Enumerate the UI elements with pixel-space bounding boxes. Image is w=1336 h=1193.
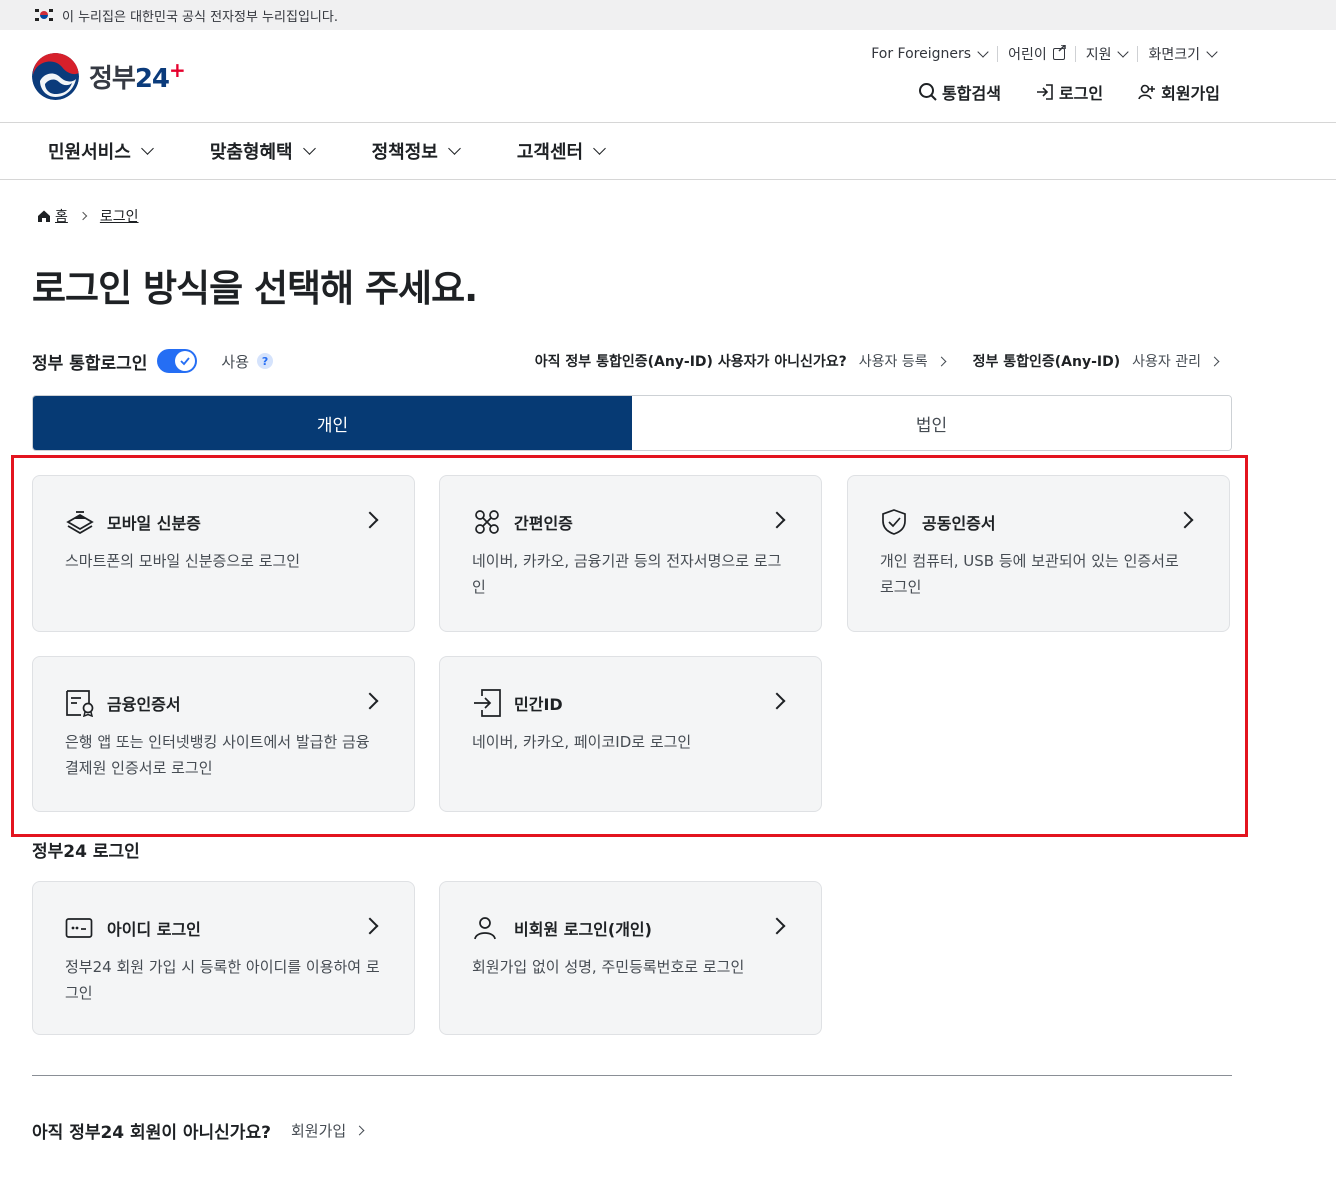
card-title: 민간ID <box>514 695 563 714</box>
breadcrumb-separator-icon <box>78 211 88 221</box>
check-icon <box>180 357 191 366</box>
chevron-down-icon <box>302 142 316 155</box>
tab-personal[interactable]: 개인 <box>33 396 632 450</box>
card-desc: 은행 앱 또는 인터넷뱅킹 사이트에서 발급한 금융결제원 인증서로 로그인 <box>65 733 370 777</box>
chevron-down-icon <box>140 142 154 155</box>
card-finance-cert[interactable]: 금융인증서 은행 앱 또는 인터넷뱅킹 사이트에서 발급한 금융결제원 인증서로… <box>32 656 415 812</box>
integrated-login-toggle[interactable] <box>157 349 198 373</box>
user-manage-link[interactable]: 사용자 관리 <box>1132 351 1220 371</box>
add-user-icon <box>1138 84 1156 100</box>
certificate-icon <box>65 689 95 717</box>
card-simple-auth[interactable]: 간편인증 네이버, 카카오, 금융기관 등의 전자서명으로 로그인 <box>439 475 822 632</box>
card-desc: 회원가입 없이 성명, 주민등록번호로 로그인 <box>472 958 745 976</box>
chevron-down-icon <box>1117 45 1130 58</box>
nav-civil-service[interactable]: 민원서비스 <box>48 138 154 164</box>
chevron-right-icon <box>936 356 947 366</box>
card-title: 모바일 신분증 <box>107 514 201 533</box>
mobile-id-icon <box>65 508 95 536</box>
password-field-icon <box>65 914 95 942</box>
card-id-login[interactable]: 아이디 로그인 정부24 회원 가입 시 등록한 아이디를 이용하여 로그인 <box>32 881 415 1035</box>
login-type-tabs: 개인 법인 <box>32 395 1232 451</box>
user-register-link[interactable]: 사용자 등록 <box>859 351 947 371</box>
integrated-login-label: 정부 통합로그인 <box>32 353 148 374</box>
card-desc: 네이버, 카카오, 금융기관 등의 전자서명으로 로그인 <box>472 552 782 596</box>
util-for-foreigners[interactable]: For Foreigners <box>861 45 997 62</box>
header: 정부24+ For Foreigners 어린이 지원 화면크기 통합검색 로그… <box>0 30 1336 123</box>
nav-policy-info[interactable]: 정책정보 <box>372 138 461 164</box>
signup-prompt: 아직 정부24 회원이 아니신가요? 회원가입 <box>32 1118 365 1143</box>
integrated-login-row: 정부 통합로그인 사용 ? 아직 정부 통합인증(Any-ID) 사용자가 아니… <box>32 346 1232 376</box>
search-icon <box>919 83 937 101</box>
gov-banner-text: 이 누리집은 대한민국 공식 전자정부 누리집입니다. <box>62 9 338 25</box>
external-link-icon <box>1052 45 1066 60</box>
chevron-right-icon <box>354 1125 365 1136</box>
card-guest-login[interactable]: 비회원 로그인(개인) 회원가입 없이 성명, 주민등록번호로 로그인 <box>439 881 822 1035</box>
card-desc: 개인 컴퓨터, USB 등에 보관되어 있는 인증서로 로그인 <box>880 552 1179 596</box>
gov24-login-title: 정부24 로그인 <box>32 842 140 862</box>
breadcrumb-current[interactable]: 로그인 <box>100 206 139 226</box>
card-desc: 정부24 회원 가입 시 등록한 아이디를 이용하여 로그인 <box>65 958 380 1002</box>
chevron-down-icon <box>448 142 461 155</box>
card-title: 아이디 로그인 <box>107 920 201 939</box>
nav-custom-benefits[interactable]: 맞춤형혜택 <box>210 138 316 164</box>
gov-banner: 이 누리집은 대한민국 공식 전자정부 누리집입니다. <box>0 0 1336 30</box>
any-id-question: 아직 정부 통합인증(Any-ID) 사용자가 아니신가요? <box>534 354 847 370</box>
any-id-label: 정부 통합인증(Any-ID) <box>972 354 1121 370</box>
gov24-logo[interactable]: 정부24+ <box>32 53 186 100</box>
card-title: 비회원 로그인(개인) <box>514 920 652 939</box>
breadcrumb: 홈 로그인 <box>37 206 139 226</box>
enter-icon <box>472 689 502 717</box>
login-icon <box>1036 84 1053 100</box>
simple-auth-icon <box>472 508 502 536</box>
card-desc: 네이버, 카카오, 페이코ID로 로그인 <box>472 733 692 751</box>
user-icon <box>472 914 502 942</box>
main-links: 통합검색 로그인 회원가입 <box>884 80 1220 104</box>
chevron-down-icon <box>593 142 606 155</box>
help-icon[interactable]: ? <box>257 353 274 369</box>
tab-corporate[interactable]: 법인 <box>632 396 1231 450</box>
signup-link-bottom[interactable]: 회원가입 <box>291 1120 365 1141</box>
chevron-down-icon <box>1206 45 1218 58</box>
card-desc: 스마트폰의 모바일 신분증으로 로그인 <box>65 552 301 570</box>
page-title: 로그인 방식을 선택해 주세요. <box>32 267 478 310</box>
chevron-down-icon <box>977 45 989 58</box>
card-joint-cert[interactable]: 공동인증서 개인 컴퓨터, USB 등에 보관되어 있는 인증서로 로그인 <box>847 475 1230 632</box>
chevron-right-icon <box>1209 356 1220 366</box>
card-mobile-id[interactable]: 모바일 신분증 스마트폰의 모바일 신분증으로 로그인 <box>32 475 415 632</box>
signup-link[interactable]: 회원가입 <box>1137 80 1220 104</box>
card-title: 간편인증 <box>514 514 573 533</box>
integrated-search-button[interactable]: 통합검색 <box>918 80 1001 104</box>
util-screen-size[interactable]: 화면크기 <box>1137 45 1226 63</box>
card-title: 금융인증서 <box>107 695 181 714</box>
nav-customer-center[interactable]: 고객센터 <box>517 138 606 164</box>
divider <box>32 1075 1232 1076</box>
korea-flag-icon <box>34 8 54 22</box>
util-support[interactable]: 지원 <box>1074 45 1138 63</box>
global-nav: 민원서비스 맞춤형혜택 정책정보 고객센터 <box>0 123 1336 180</box>
logo-text: 정부24+ <box>89 58 186 94</box>
utility-links: For Foreigners 어린이 지원 화면크기 <box>861 45 1226 63</box>
any-id-links: 아직 정부 통합인증(Any-ID) 사용자가 아니신가요? 사용자 등록 정부… <box>534 351 1220 371</box>
card-private-id[interactable]: 민간ID 네이버, 카카오, 페이코ID로 로그인 <box>439 656 822 812</box>
shield-check-icon <box>880 508 910 536</box>
taegeuk-logo-icon <box>32 53 79 100</box>
card-title: 공동인증서 <box>922 514 996 533</box>
signup-question: 아직 정부24 회원이 아니신가요? <box>32 1123 271 1143</box>
home-icon <box>38 210 50 222</box>
breadcrumb-home[interactable]: 홈 <box>55 206 68 226</box>
toggle-use-label: 사용 <box>221 352 250 371</box>
login-link[interactable]: 로그인 <box>1035 80 1103 104</box>
util-kids[interactable]: 어린이 <box>997 45 1075 63</box>
